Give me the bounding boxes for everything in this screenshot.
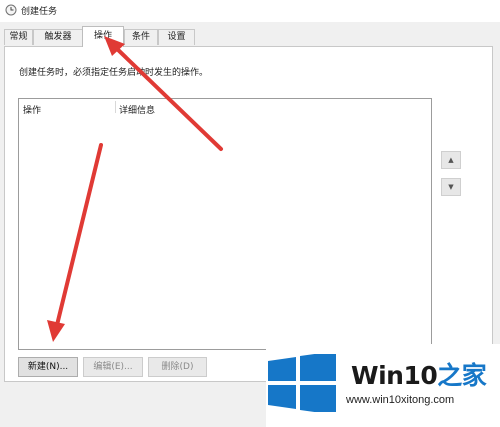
- edit-button[interactable]: 编辑(E)...: [83, 357, 143, 377]
- tab-general[interactable]: 常规: [4, 29, 33, 45]
- watermark-suffix: 之家: [437, 361, 487, 390]
- window-title: 创建任务: [21, 7, 58, 17]
- move-down-button[interactable]: ▼: [441, 178, 461, 196]
- watermark-brand-text: Win10: [351, 361, 438, 390]
- column-header-action[interactable]: 操作: [23, 103, 41, 116]
- watermark-url: www.win10xitong.com: [346, 394, 455, 406]
- column-divider[interactable]: [115, 101, 116, 113]
- new-button[interactable]: 新建(N)...: [18, 357, 78, 377]
- column-header-details[interactable]: 详细信息: [119, 103, 155, 116]
- title-bar: 创建任务: [0, 0, 500, 22]
- tab-conditions[interactable]: 条件: [124, 29, 158, 45]
- delete-button[interactable]: 删除(D): [148, 357, 207, 377]
- tab-actions[interactable]: 操作: [82, 26, 124, 47]
- actions-list[interactable]: 操作 详细信息: [18, 98, 432, 350]
- tab-triggers[interactable]: 触发器: [33, 29, 83, 45]
- tab-settings[interactable]: 设置: [158, 29, 195, 45]
- clock-icon: [5, 4, 17, 16]
- actions-description: 创建任务时，必须指定任务启动时发生的操作。: [19, 68, 209, 78]
- watermark-brand: Win10之家: [351, 356, 487, 392]
- move-up-button[interactable]: ▲: [441, 151, 461, 169]
- windows-logo-icon: [268, 354, 336, 412]
